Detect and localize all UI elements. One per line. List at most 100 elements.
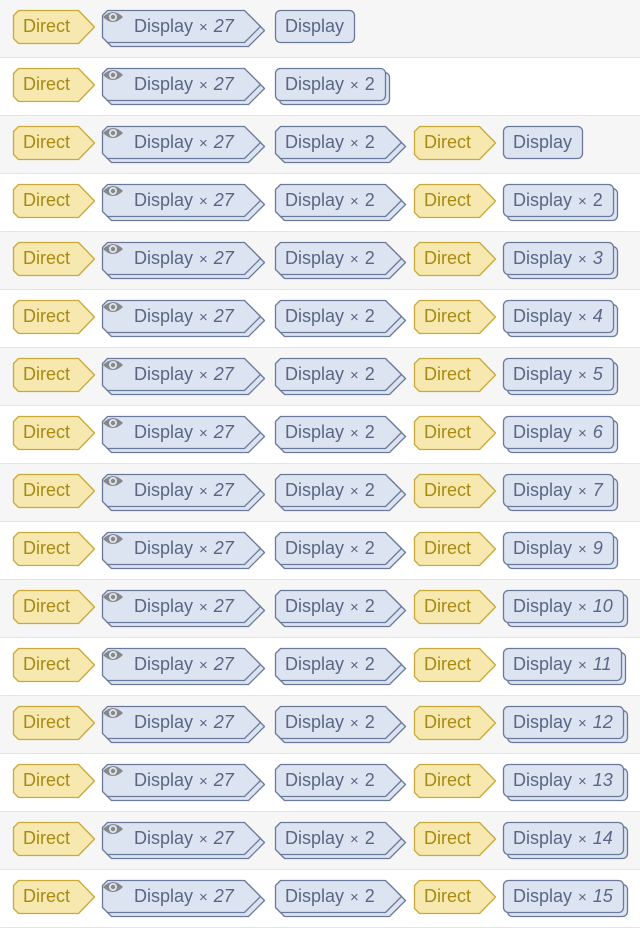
badge-count: 12 [592, 712, 613, 732]
path-row: Direct Display × 27 Display × 2 Direct Display × 3 [0, 232, 640, 290]
multiply-sign: × [350, 715, 359, 732]
direct-badge-label: Direct [23, 538, 71, 558]
multiply-sign: × [578, 309, 587, 326]
badge-count: 27 [213, 596, 234, 616]
direct-badge-label: Direct [424, 596, 472, 616]
multiply-sign: × [350, 77, 359, 94]
eye-icon [103, 592, 123, 602]
badge-text: Display [285, 248, 345, 268]
multiply-sign: × [199, 773, 208, 790]
display-badge-label: Display × 2 [285, 648, 375, 680]
display-badge-label: Display × 27 [134, 590, 234, 622]
badge-count: 27 [213, 190, 234, 210]
display-badge-label: Display × 27 [134, 358, 234, 390]
display-badge-label: Display × 27 [134, 184, 234, 216]
display-badge-label: Display × 27 [134, 68, 234, 100]
display-badge-label: Display × 2 [285, 242, 375, 274]
badge-count: 27 [213, 712, 234, 732]
badge-count: 2 [364, 132, 375, 152]
display-badge-label: Display × 27 [134, 416, 234, 448]
multiply-sign: × [350, 889, 359, 906]
eye-icon [103, 128, 123, 138]
direct-badge-label: Direct [424, 770, 472, 790]
direct-badge-label: Direct [23, 596, 71, 616]
display-badge-label: Display × 6 [513, 416, 603, 448]
multiply-sign: × [578, 425, 587, 442]
display-badge-label: Display × 2 [285, 300, 375, 332]
badge-text: Display [513, 712, 573, 732]
display-badge-label: Display × 27 [134, 764, 234, 796]
badge-text: Display [513, 654, 573, 674]
multiply-sign: × [578, 367, 587, 384]
badge-count: 2 [364, 712, 375, 732]
badge-count: 2 [364, 654, 375, 674]
eye-icon [103, 12, 123, 22]
multiply-sign: × [578, 599, 587, 616]
eye-icon [103, 824, 123, 834]
badge-count: 2 [364, 422, 375, 442]
multiply-sign: × [199, 483, 208, 500]
display-badge-label: Display × 11 [513, 648, 611, 680]
badge-count: 11 [592, 654, 612, 674]
direct-badge-label: Direct [424, 248, 472, 268]
eye-icon [103, 360, 123, 370]
multiply-sign: × [350, 773, 359, 790]
path-row: Direct Display × 27 Display × 2 Direct Display × 1… [0, 580, 640, 638]
display-badge-label: Display × 2 [285, 474, 375, 506]
badge-count: 13 [592, 770, 613, 790]
badge-text: Display [513, 190, 573, 210]
direct-badge-label: Direct [424, 654, 472, 674]
badge-text: Display [134, 248, 194, 268]
badge-count: 10 [592, 596, 613, 616]
path-row: Direct Display × 27 Display × 2 Direct Display [0, 116, 640, 174]
badge-text: Display [513, 422, 573, 442]
badge-count: 2 [364, 190, 375, 210]
badge-text: Display [285, 422, 345, 442]
path-row: Direct Display × 27 Display × 2 Direct Display × 5 [0, 348, 640, 406]
eye-icon [103, 882, 123, 892]
display-badge-label: Display × 2 [513, 184, 603, 216]
display-badge-label: Display [285, 10, 344, 42]
direct-badge-label: Direct [424, 132, 472, 152]
display-badge-label: Display × 9 [513, 532, 603, 564]
direct-badge-label: Direct [23, 364, 71, 384]
badge-text: Display [285, 712, 345, 732]
display-badge-label: Display × 27 [134, 648, 234, 680]
badge-text: Display [513, 364, 573, 384]
path-row: Direct Display × 27 Display × 2 Direct Display × 4 [0, 290, 640, 348]
multiply-sign: × [578, 773, 587, 790]
badge-text: Display [134, 74, 194, 94]
multiply-sign: × [199, 19, 208, 36]
direct-badge-label: Direct [424, 364, 472, 384]
badge-text: Display [134, 712, 194, 732]
display-badge-label: Display × 7 [513, 474, 603, 506]
multiply-sign: × [199, 889, 208, 906]
badge-text: Display [513, 828, 573, 848]
eye-icon [103, 650, 123, 660]
eye-icon [103, 186, 123, 196]
display-badge-label: Display × 27 [134, 10, 234, 42]
eye-icon [103, 418, 123, 428]
display-badge-label: Display × 2 [285, 822, 375, 854]
badge-text: Display [134, 538, 194, 558]
display-badge-label: Display × 2 [285, 880, 375, 912]
display-badge-label: Display × 2 [285, 532, 375, 564]
direct-badge-label: Direct [23, 132, 71, 152]
direct-badge-label: Direct [23, 190, 71, 210]
badge-count: 2 [364, 828, 375, 848]
badge-text: Display [285, 190, 345, 210]
direct-badge-label: Direct [424, 306, 472, 326]
direct-badge-label: Direct [23, 770, 71, 790]
display-badge-label: Display × 27 [134, 532, 234, 564]
path-row: Direct Display × 27 Display × 2 Direct Display × 7 [0, 464, 640, 522]
badge-text: Display [134, 654, 194, 674]
badge-count: 2 [364, 770, 375, 790]
multiply-sign: × [350, 831, 359, 848]
badge-text: Display [134, 480, 194, 500]
badge-text: Display [513, 596, 573, 616]
eye-icon [103, 766, 123, 776]
path-row: Direct Display × 27 Display × 2 Direct Display × 1… [0, 870, 640, 928]
badge-count: 27 [213, 886, 234, 906]
badge-count: 6 [592, 422, 603, 442]
multiply-sign: × [350, 657, 359, 674]
